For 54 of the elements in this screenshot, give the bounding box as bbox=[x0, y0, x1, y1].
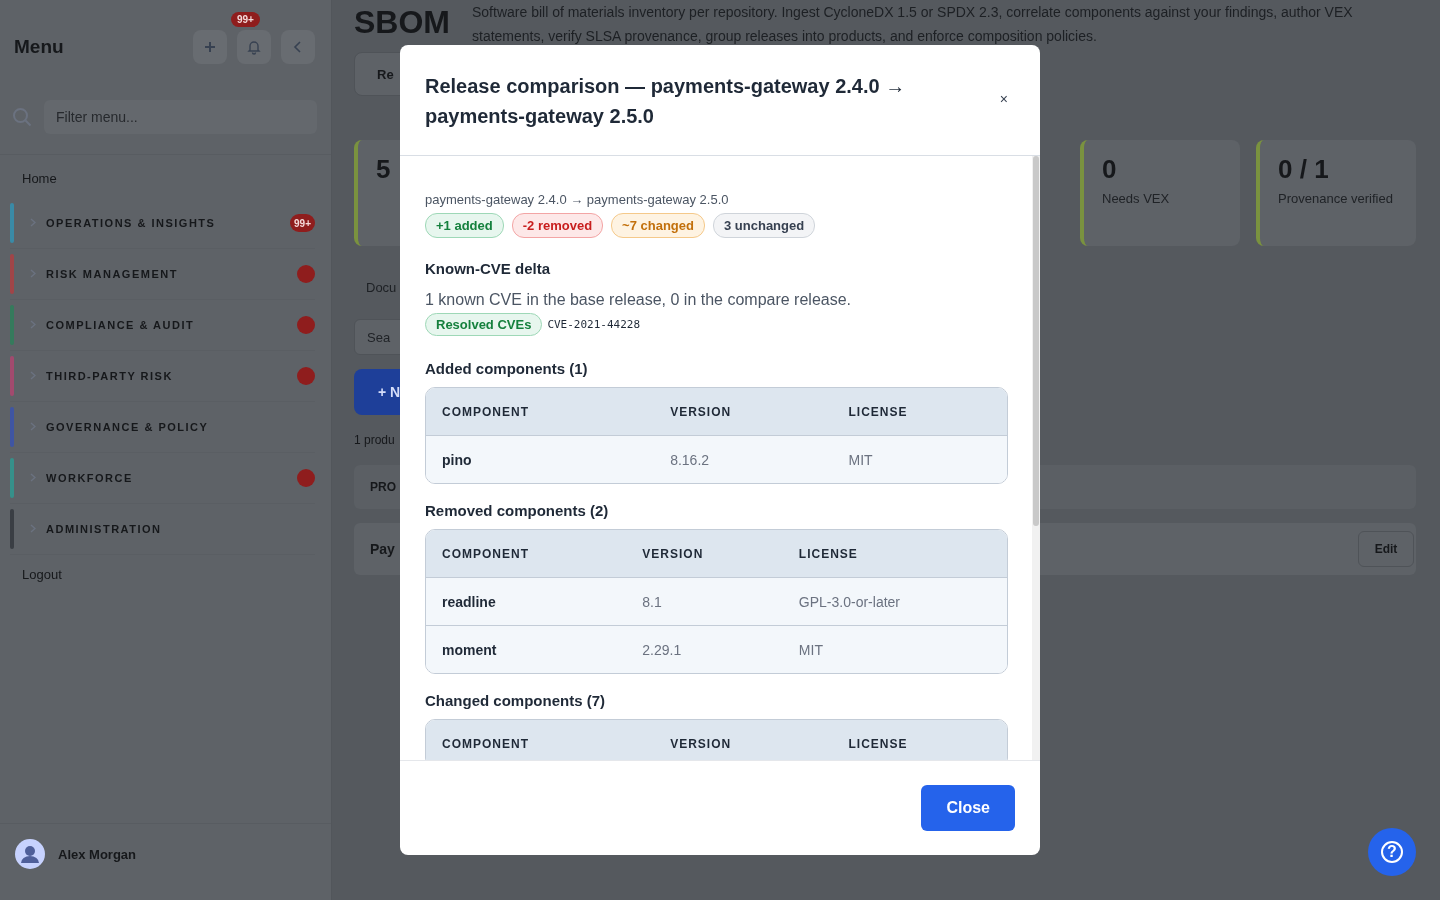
section-heading: Changed components (7) bbox=[425, 692, 606, 709]
page-description: Software bill of materials inventory per repository. Ingest CycloneDX 1.5 or SPDX 2.3, correlate components against your findings, author VEX statements, verify SLSA provenance, group releases into products, and enforce composition policies. bbox=[472, 3, 1354, 46]
table-cell: MIT bbox=[832, 435, 1007, 483]
stat-value: 5 bbox=[376, 154, 392, 185]
column-header: VERSION bbox=[654, 388, 833, 436]
column-header: VERSION bbox=[654, 720, 833, 760]
column-header: PRO bbox=[370, 480, 396, 494]
help-icon: ? bbox=[1381, 841, 1403, 863]
cve-summary: 1 known CVE in the base release, 0 in the compare release. bbox=[425, 291, 853, 309]
release-subtitle: payments-gateway 2.4.0 → payments-gateway 2.5.0 bbox=[425, 192, 730, 207]
section-heading: Added components (1) bbox=[425, 360, 589, 377]
notification-badge: 99+ bbox=[231, 12, 260, 27]
section-label: RISK MANAGEMENT bbox=[46, 268, 179, 280]
section-label: ADMINISTRATION bbox=[46, 523, 163, 535]
table-cell: MIT bbox=[782, 625, 1007, 673]
section-label: COMPLIANCE & AUDIT bbox=[46, 319, 196, 331]
column-header: LICENSE bbox=[832, 388, 1007, 436]
column-header: LICENSE bbox=[782, 530, 1007, 578]
page-title: SBOM bbox=[354, 4, 450, 41]
table-cell: pino bbox=[426, 435, 655, 483]
section-heading: Known-CVE delta bbox=[425, 260, 551, 277]
table-cell: Pay bbox=[370, 541, 395, 557]
column-header: COMPONENT bbox=[426, 388, 655, 436]
column-header: VERSION bbox=[626, 530, 783, 578]
result-count: 1 produ bbox=[354, 433, 395, 447]
user-name: Alex Morgan bbox=[58, 846, 136, 862]
stat-value: 0 / 1 bbox=[1278, 154, 1330, 185]
table-cell: readline bbox=[426, 577, 627, 626]
change-chip: ~7 changed bbox=[611, 213, 705, 238]
column-header: COMPONENT bbox=[426, 720, 655, 760]
change-chip: +1 added bbox=[425, 213, 504, 238]
cve-id: CVE-2021-44228 bbox=[547, 318, 641, 331]
menu-title: Menu bbox=[14, 36, 65, 58]
table-cell: moment bbox=[426, 625, 627, 673]
section-label: OPERATIONS & INSIGHTS bbox=[46, 217, 217, 229]
section-label: THIRD-PARTY RISK bbox=[46, 370, 174, 382]
stat-label: Needs VEX bbox=[1102, 190, 1171, 208]
section-heading: Removed components (2) bbox=[425, 502, 610, 519]
table-cell: GPL-3.0-or-later bbox=[782, 577, 1007, 626]
stat-value: 0 bbox=[1102, 154, 1118, 185]
table-cell: 2.29.1 bbox=[626, 625, 783, 673]
count-badge: 99+ bbox=[290, 214, 315, 232]
status-tag: Resolved CVEs bbox=[425, 313, 543, 336]
section-label: Docu bbox=[366, 280, 397, 295]
column-header: LICENSE bbox=[832, 720, 1007, 760]
column-header: COMPONENT bbox=[426, 530, 627, 578]
modal-title: Release comparison — payments-gateway 2.4.0 → payments-gateway 2.5.0 bbox=[425, 74, 907, 129]
table-cell: 8.16.2 bbox=[654, 435, 833, 483]
table-cell: 8.1 bbox=[626, 577, 783, 626]
stat-label: Provenance verified bbox=[1278, 190, 1394, 208]
section-label: WORKFORCE bbox=[46, 472, 134, 484]
section-label: GOVERNANCE & POLICY bbox=[46, 421, 210, 433]
change-chip: -2 removed bbox=[511, 213, 604, 238]
change-chip: 3 unchanged bbox=[713, 213, 816, 238]
